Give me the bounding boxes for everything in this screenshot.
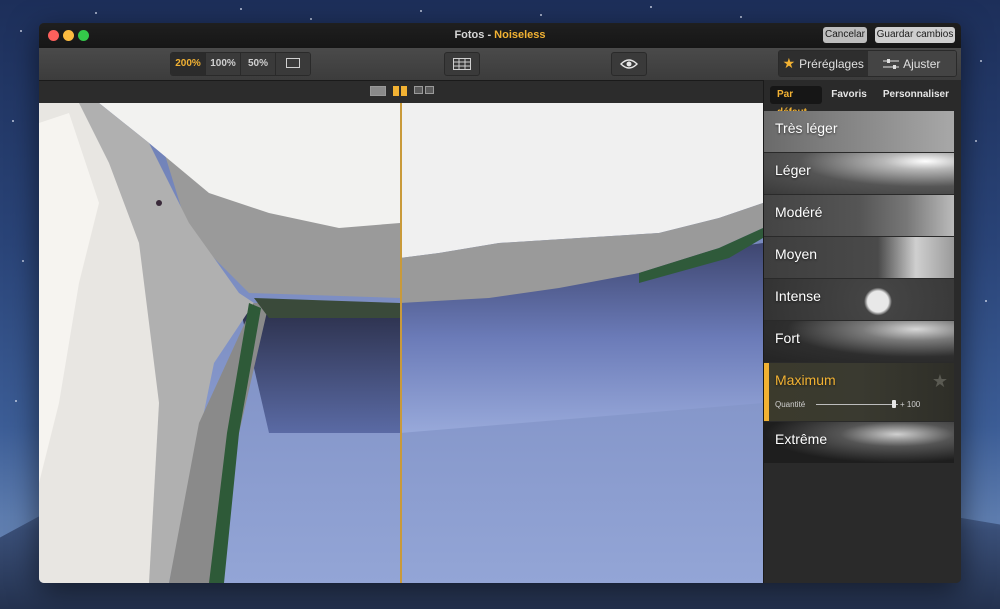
presets-sidebar: Par défaut Favoris Personnaliser Très lé… <box>763 80 961 583</box>
preset-fort[interactable]: Fort <box>764 321 954 362</box>
favorite-star-icon[interactable]: ★ <box>932 371 948 392</box>
title-plugin-name: Noiseless <box>494 29 546 41</box>
quantity-slider-thumb[interactable] <box>892 400 896 408</box>
toolbar: 200% 100% 50% ★ Préréglages Ajuster <box>39 48 961 81</box>
image-canvas[interactable] <box>39 103 763 583</box>
quantity-label: Quantité <box>775 400 806 409</box>
zoom-50-button[interactable]: 50% <box>241 53 276 75</box>
side-by-side-view-icon[interactable] <box>414 86 434 94</box>
preset-label: Intense <box>775 288 821 304</box>
grid-view-button[interactable] <box>444 52 480 76</box>
single-view-icon[interactable] <box>370 86 386 96</box>
preset-label: Léger <box>775 162 811 178</box>
preset-list: Très léger Léger Modéré Moyen Intense Fo… <box>764 111 954 464</box>
quantity-slider[interactable] <box>816 404 898 405</box>
grid-icon <box>453 58 471 70</box>
preview-toggle-button[interactable] <box>611 52 647 76</box>
split-view-icon[interactable] <box>393 86 407 96</box>
tab-presets[interactable]: ★ Préréglages <box>779 51 868 76</box>
zoom-200-button[interactable]: 200% <box>171 53 206 75</box>
active-indicator <box>764 363 769 421</box>
preset-intense[interactable]: Intense <box>764 279 954 320</box>
save-changes-button[interactable]: Guardar cambios <box>875 27 955 43</box>
zoom-100-button[interactable]: 100% <box>206 53 241 75</box>
preset-tres-leger[interactable]: Très léger <box>764 111 954 152</box>
eye-icon <box>620 59 638 69</box>
preset-label: Très léger <box>775 120 838 136</box>
preset-modere[interactable]: Modéré <box>764 195 954 236</box>
tab-default[interactable]: Par défaut <box>770 86 823 118</box>
title-separator: - <box>484 29 495 41</box>
preset-label: Maximum <box>775 372 836 388</box>
sliders-icon <box>883 58 900 69</box>
panel-switcher: ★ Préréglages Ajuster <box>778 50 957 77</box>
tab-presets-label: Préréglages <box>799 56 864 71</box>
preset-maximum[interactable]: Maximum ★ Quantité + 100 <box>764 363 954 421</box>
tab-adjust[interactable]: Ajuster <box>867 51 956 76</box>
cancel-button[interactable]: Cancelar <box>823 27 867 43</box>
title-bar: Fotos - Noiseless Cancelar Guardar cambi… <box>39 23 961 48</box>
preset-extreme[interactable]: Extrême <box>764 422 954 463</box>
tab-adjust-label: Ajuster <box>903 56 941 71</box>
tab-customize[interactable]: Personnaliser <box>876 86 956 104</box>
preset-label: Modéré <box>775 204 823 220</box>
view-mode-bar <box>39 81 763 103</box>
star-icon: ★ <box>782 55 796 71</box>
preset-leger[interactable]: Léger <box>764 153 954 194</box>
fit-screen-icon <box>286 58 300 69</box>
zoom-group: 200% 100% 50% <box>170 52 311 76</box>
quantity-value: + 100 <box>900 400 921 409</box>
zoom-fit-button[interactable] <box>276 53 310 75</box>
app-window: Fotos - Noiseless Cancelar Guardar cambi… <box>39 23 961 583</box>
split-divider-handle[interactable] <box>400 103 402 583</box>
preset-moyen[interactable]: Moyen <box>764 237 954 278</box>
preset-label: Fort <box>775 330 800 346</box>
preset-label: Moyen <box>775 246 818 262</box>
tab-favorites[interactable]: Favoris <box>824 86 874 104</box>
presets-tabs: Par défaut Favoris Personnaliser <box>764 80 961 118</box>
title-app-name: Fotos <box>454 29 485 41</box>
preset-label: Extrême <box>775 431 828 447</box>
